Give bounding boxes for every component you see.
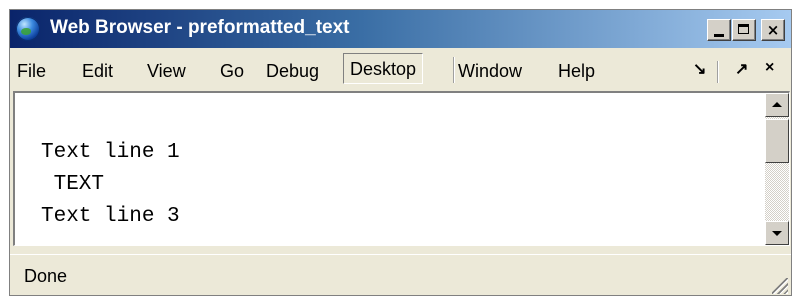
mdi-separator — [717, 61, 719, 83]
menu-file[interactable]: File — [17, 61, 46, 82]
menu-go[interactable]: Go — [220, 61, 244, 82]
resize-grip-icon[interactable] — [772, 278, 788, 294]
menu-window[interactable]: Window — [458, 61, 522, 82]
scroll-up-button[interactable] — [765, 93, 789, 117]
status-text: Done — [24, 266, 68, 286]
menu-separator — [453, 57, 455, 83]
mdi-float-button[interactable]: ↗ — [735, 59, 748, 79]
scroll-thumb[interactable] — [765, 119, 789, 163]
page-content-area[interactable]: Text line 1 TEXT Text line 3 — [13, 91, 790, 246]
title-bar[interactable]: Web Browser - preformatted_text × — [10, 10, 791, 48]
browser-globe-icon — [16, 17, 40, 41]
close-button[interactable]: × — [761, 19, 785, 41]
menu-edit[interactable]: Edit — [82, 61, 113, 82]
vertical-scrollbar[interactable] — [765, 93, 789, 245]
menu-view[interactable]: View — [147, 61, 186, 82]
preformatted-text: Text line 1 TEXT Text line 3 — [41, 141, 180, 228]
close-icon: × — [766, 21, 780, 39]
browser-window: Web Browser - preformatted_text × File E… — [9, 9, 792, 296]
menu-help[interactable]: Help — [558, 61, 595, 82]
menu-bar: File Edit View Go Debug Desktop Window H… — [10, 53, 791, 87]
mdi-restore-button[interactable]: ↘ — [693, 59, 706, 79]
scroll-down-button[interactable] — [765, 221, 789, 245]
mdi-close-button[interactable]: × — [765, 59, 774, 77]
minimize-button[interactable] — [707, 19, 731, 41]
menu-desktop[interactable]: Desktop — [343, 53, 424, 84]
menu-debug[interactable]: Debug — [266, 61, 319, 82]
status-bar: Done — [10, 254, 791, 295]
window-title: Web Browser - preformatted_text — [50, 17, 350, 38]
maximize-button[interactable] — [732, 19, 756, 41]
